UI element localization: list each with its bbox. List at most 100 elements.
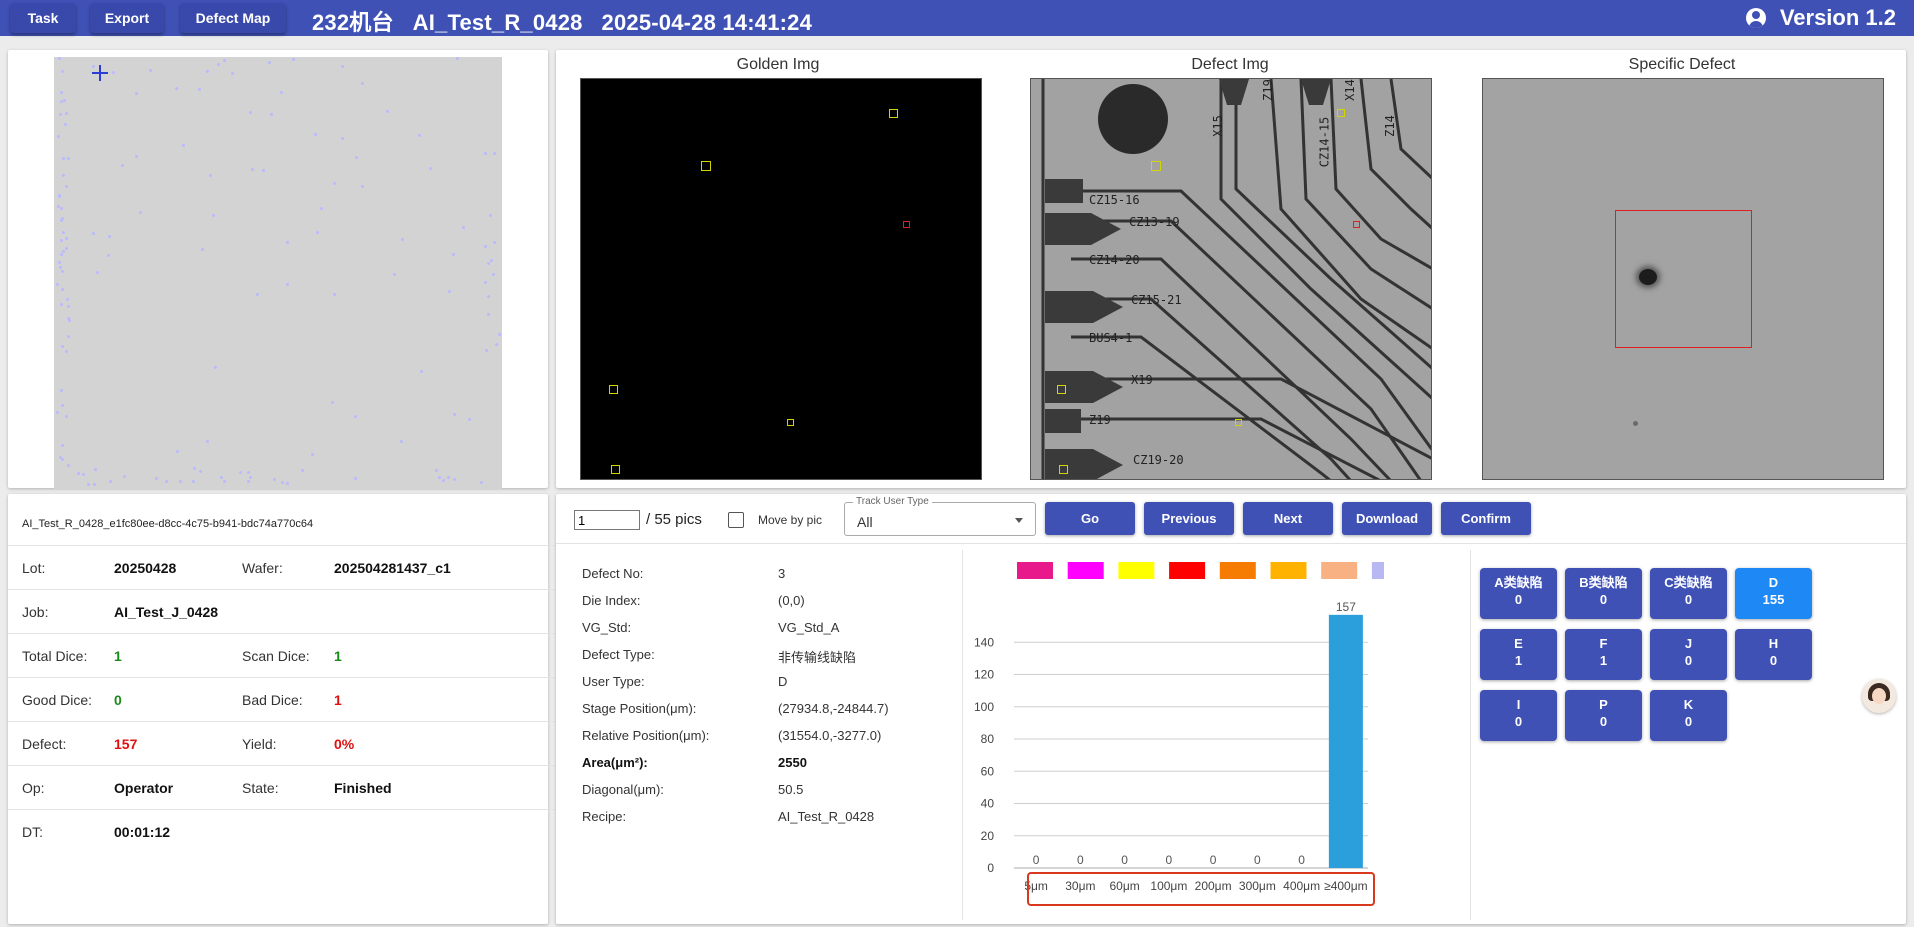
wafer-defect-dot[interactable] [56,135,60,139]
wafer-defect-dot[interactable] [60,253,64,257]
wafer-defect-dot[interactable] [487,262,491,266]
wafer-defect-dot[interactable] [65,297,69,301]
wafer-defect-dot[interactable] [208,173,212,177]
wafer-defect-dot[interactable] [319,207,323,211]
wafer-defect-dot[interactable] [109,479,112,483]
wafer-defect-dot[interactable] [467,418,471,421]
wafer-defect-dot[interactable] [60,303,64,306]
wafer-defect-dot[interactable] [59,99,63,103]
wafer-defect-dot[interactable] [315,231,319,235]
wafer-defect-dot[interactable] [249,475,252,479]
wafer-defect-dot[interactable] [385,109,389,113]
defect-class-button[interactable]: E1 [1480,629,1557,680]
wafer-map[interactable] [54,57,502,489]
wafer-defect-dot[interactable] [300,468,304,472]
wafer-defect-dot[interactable] [59,389,63,392]
track-user-type-select[interactable]: Track User Type All [844,496,1036,536]
wafer-defect-dot[interactable] [281,481,285,485]
wafer-defect-dot[interactable] [62,174,66,178]
defect-map-button[interactable]: Defect Map [180,3,286,33]
wafer-defect-dot[interactable] [355,155,359,159]
account-icon[interactable] [1745,8,1766,28]
wafer-defect-dot[interactable] [56,410,59,414]
wafer-defect-dot[interactable] [420,369,424,373]
wafer-defect-dot[interactable] [447,476,451,480]
wafer-defect-dot[interactable] [211,213,215,217]
wafer-defect-dot[interactable] [311,453,315,457]
confirm-button[interactable]: Confirm [1441,502,1531,535]
wafer-defect-dot[interactable] [65,237,69,241]
wafer-defect-dot[interactable] [59,238,63,242]
wafer-defect-dot[interactable] [63,98,67,102]
wafer-defect-dot[interactable] [64,414,68,418]
wafer-defect-dot[interactable] [401,237,405,241]
wafer-defect-dot[interactable] [164,479,168,483]
wafer-defect-dot[interactable] [429,166,433,170]
wafer-defect-dot[interactable] [205,69,209,73]
wafer-defect-dot[interactable] [280,90,284,94]
wafer-defect-dot[interactable] [59,207,63,211]
wafer-defect-dot[interactable] [484,245,487,249]
download-button[interactable]: Download [1342,502,1432,535]
wafer-defect-dot[interactable] [138,211,142,215]
wafer-defect-dot[interactable] [273,478,276,482]
wafer-defect-dot[interactable] [155,477,159,480]
wafer-defect-dot[interactable] [223,58,227,62]
wafer-defect-dot[interactable] [270,113,274,117]
wafer-defect-dot[interactable] [399,439,403,443]
wafer-defect-dot[interactable] [58,113,62,117]
wafer-defect-dot[interactable] [121,164,125,168]
wafer-defect-dot[interactable] [122,474,126,478]
wafer-defect-dot[interactable] [108,234,111,238]
wafer-defect-dot[interactable] [58,57,61,61]
wafer-defect-dot[interactable] [488,214,492,217]
wafer-defect-dot[interactable] [491,273,495,277]
wafer-defect-dot[interactable] [112,71,115,75]
wafer-defect-dot[interactable] [200,247,204,251]
wafer-defect-dot[interactable] [353,477,357,481]
wafer-defect-dot[interactable] [492,152,496,156]
wafer-defect-dot[interactable] [268,60,272,64]
wafer-defect-dot[interactable] [251,167,255,171]
wafer-defect-dot[interactable] [61,269,65,273]
wafer-defect-dot[interactable] [332,293,336,297]
wafer-defect-dot[interactable] [92,232,95,236]
assistant-avatar-icon[interactable] [1862,679,1896,713]
defect-class-button[interactable]: C类缺陷 0 [1650,568,1727,619]
wafer-defect-dot[interactable] [285,241,289,245]
wafer-defect-dot[interactable] [484,151,488,155]
move-by-pic-checkbox[interactable] [728,512,744,528]
wafer-defect-dot[interactable] [255,292,259,296]
wafer-defect-dot[interactable] [261,169,265,173]
wafer-defect-dot[interactable] [64,350,68,353]
wafer-defect-dot[interactable] [361,184,365,188]
wafer-defect-dot[interactable] [199,469,203,473]
wafer-defect-dot[interactable] [437,476,441,480]
wafer-defect-dot[interactable] [230,72,234,76]
wafer-defect-dot[interactable] [314,132,318,136]
wafer-defect-dot[interactable] [61,216,65,220]
wafer-defect-dot[interactable] [238,470,242,474]
task-button[interactable]: Task [10,3,76,33]
wafer-defect-dot[interactable] [341,64,344,68]
wafer-defect-dot[interactable] [494,343,498,346]
defect-class-button[interactable]: F1 [1565,629,1642,680]
wafer-defect-dot[interactable] [489,259,493,263]
defect-class-button[interactable]: P0 [1565,690,1642,741]
wafer-defect-dot[interactable] [66,304,70,308]
export-button[interactable]: Export [90,3,164,33]
wafer-defect-dot[interactable] [222,479,226,483]
wafer-defect-dot[interactable] [191,480,195,484]
wafer-defect-dot[interactable] [330,400,334,404]
wafer-defect-dot[interactable] [354,415,358,419]
next-button[interactable]: Next [1243,502,1333,535]
wafer-defect-dot[interactable] [134,91,138,95]
go-button[interactable]: Go [1045,502,1135,535]
wafer-defect-dot[interactable] [61,458,65,462]
wafer-defect-dot[interactable] [179,479,183,483]
defect-class-button[interactable]: K0 [1650,690,1727,741]
wafer-defect-dot[interactable] [61,249,65,253]
wafer-defect-dot[interactable] [249,110,253,114]
wafer-defect-dot[interactable] [93,467,97,471]
wafer-defect-dot[interactable] [220,475,223,479]
